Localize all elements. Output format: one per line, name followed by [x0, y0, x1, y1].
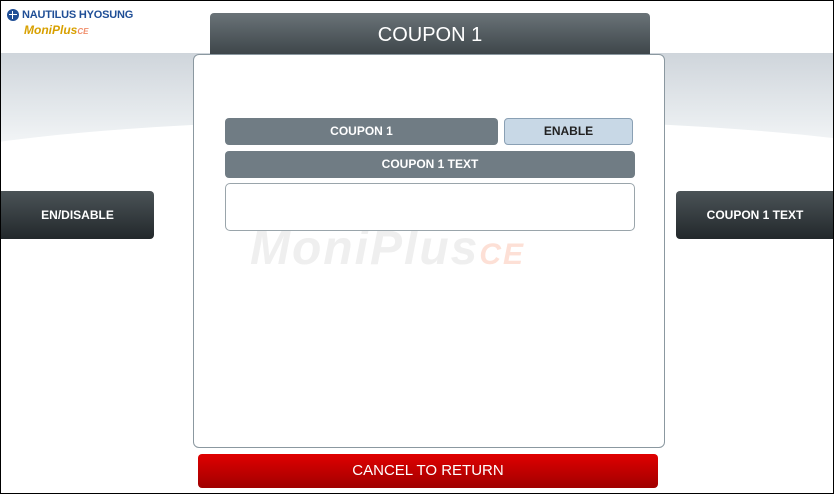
- coupon-label: COUPON 1: [225, 118, 498, 145]
- logo-product-line: MoniPlusCE: [24, 23, 133, 37]
- en-disable-button[interactable]: EN/DISABLE: [1, 191, 154, 239]
- logo-product-text: MoniPlus: [24, 23, 78, 37]
- logo-brand-text: NAUTILUS HYOSUNG: [22, 9, 134, 21]
- logo-product-suffix: CE: [77, 27, 89, 36]
- watermark-suffix: CE: [479, 238, 526, 271]
- coupon-text-label: COUPON 1 TEXT: [225, 151, 635, 178]
- coupon-status-value: ENABLE: [504, 118, 633, 145]
- atm-screen: NAUTILUS HYOSUNG MoniPlusCE COUPON 1 Mon…: [0, 0, 834, 494]
- globe-icon: [7, 9, 19, 21]
- main-panel: MoniPlusCE COUPON 1 ENABLE COUPON 1 TEXT: [193, 54, 665, 448]
- coupon-text-field: [225, 183, 635, 231]
- cancel-button[interactable]: CANCEL TO RETURN: [198, 454, 658, 488]
- brand-logo: NAUTILUS HYOSUNG MoniPlusCE: [7, 9, 133, 37]
- logo-brand-line: NAUTILUS HYOSUNG: [7, 9, 133, 21]
- coupon-text-button[interactable]: COUPON 1 TEXT: [676, 191, 833, 239]
- page-title: COUPON 1: [210, 13, 650, 55]
